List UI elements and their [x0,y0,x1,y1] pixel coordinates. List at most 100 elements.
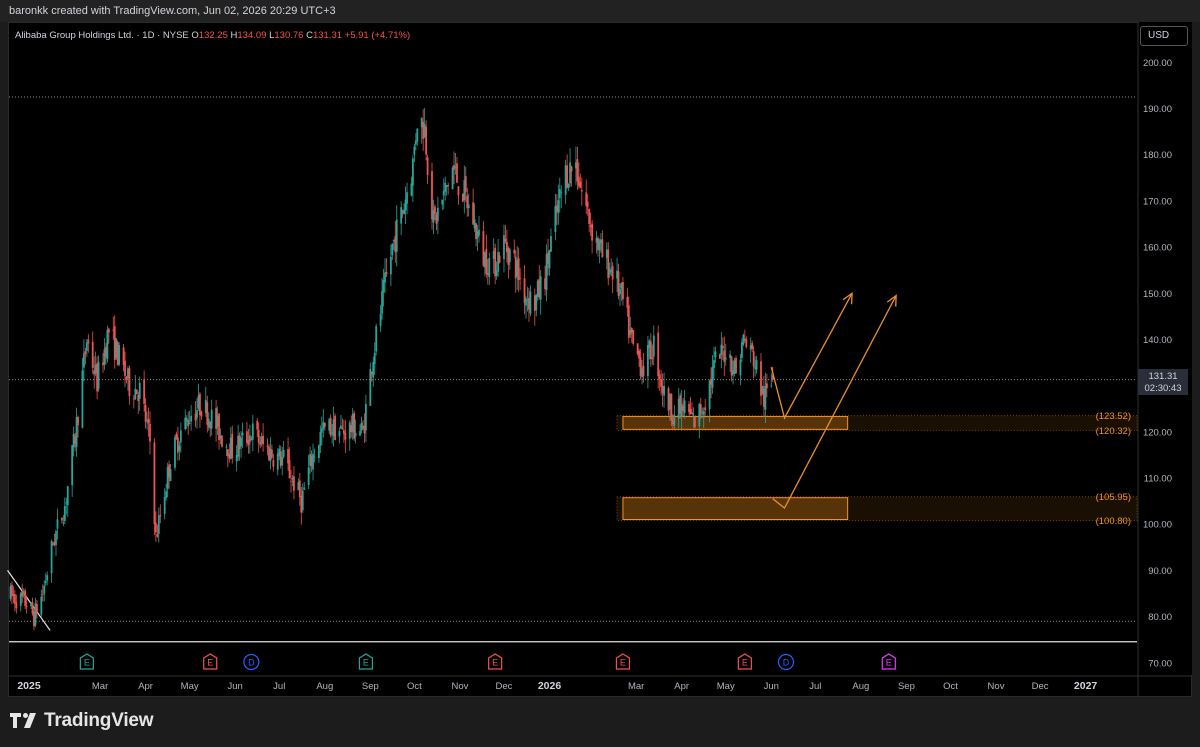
time-tick-label: Mar [628,681,644,692]
candle-body [25,606,28,608]
events-layer: EEDEEEEDE [79,653,896,671]
candle-body [406,192,408,204]
candle-body [334,415,336,441]
candle-body [567,184,570,188]
candle-body [84,351,87,354]
time-tick-label: Jul [273,681,285,692]
candle-body [692,413,695,416]
candle-body [262,435,264,445]
candle-body [663,385,665,396]
price-tick-label: 170.00 [1143,196,1172,207]
tradingview-logo-icon [10,713,36,728]
candle-body [389,256,392,275]
event-glyph: D [783,658,790,668]
candle-body [323,422,326,428]
candle-body [586,201,589,208]
time-tick-label: Aug [852,681,869,692]
candle-body [436,207,439,221]
candle-body [60,517,63,521]
candle-body [488,258,491,277]
price-tick-label: 150.00 [1143,289,1172,300]
candle-body [188,423,191,424]
candle-body [44,581,47,584]
candle-body [251,423,254,440]
time-tick-label: Nov [451,681,468,692]
candle-body [723,350,726,362]
price-tick-label: 110.00 [1144,474,1172,485]
candlestick-chart[interactable]: (123.52) (120.32) (105.95) (100.80) 74.55 E… [0,0,1200,747]
price-axis-bg [1138,22,1192,675]
candle-body [196,410,198,418]
symbol-legend: Alibaba Group Holdings Ltd. · 1D · NYSE … [15,30,410,41]
ohlc-open: 132.25 [199,30,228,41]
candle-body [434,206,436,214]
currency-button[interactable]: USD [1140,26,1188,46]
candle-body [741,342,743,358]
time-tick-label: Nov [988,681,1005,692]
event-glyph: E [207,658,213,668]
candle-body [570,166,573,172]
candle-body [221,435,223,447]
symbol-exchange: NYSE [163,30,189,41]
candle-body [673,414,676,426]
candle-body [147,418,150,424]
time-tick-label: Oct [943,681,958,692]
candle-body [43,585,46,594]
time-tick-label: Sep [362,681,379,692]
candle-body [62,522,65,524]
candle-body [312,453,314,470]
zone-label-bottom: (120.32) [1096,426,1131,437]
candle-body [764,385,767,410]
candle-body [256,420,259,430]
tradingview-logo[interactable]: TradingView [10,710,154,732]
candle-body [24,590,27,606]
candle-body [752,351,755,367]
candle-body [580,190,583,192]
candle-body [153,442,156,525]
candle-body [298,480,301,498]
candle-body [714,351,717,358]
candle-body [467,204,470,209]
time-tick-label: Apr [138,681,153,692]
candle-body [751,343,754,349]
time-axis[interactable]: 2025 Mar Apr May Jun Jul Aug Sep Oct Nov Dec 2026 Ma… [8,675,1192,692]
price-axis[interactable]: 70.0080.0090.00100.00110.00120.00130.001… [1137,22,1192,697]
candle-body [36,603,38,614]
candle-body [504,238,507,242]
candle-body [165,491,168,498]
event-glyph: E [886,658,892,668]
candle-body [144,404,147,422]
candle-body [708,380,711,410]
support-zone-box [622,497,849,521]
candle-body [519,278,522,280]
price-tick-label: 140.00 [1143,335,1172,346]
candle-body [651,357,654,360]
zone-label-bottom: (100.80) [1096,516,1131,527]
symbol-name: Alibaba Group Holdings Ltd. [15,30,134,41]
candle-body [457,186,460,196]
time-tick-label: Jun [764,681,779,692]
candle-body [611,266,614,280]
projection-layer [770,291,897,510]
candle-body [271,449,273,458]
candle-body [290,480,292,482]
candle-body [50,540,53,574]
candle-body [375,326,378,352]
candle-body [642,365,645,377]
candle-body [225,446,228,448]
candle-body [169,469,172,481]
candle-body [601,239,604,258]
candle-body [319,432,322,446]
candle-body [683,400,686,414]
candle-body [369,369,372,406]
time-tick-label: Dec [1032,681,1049,692]
candle-body [373,352,376,365]
candle-body [340,425,342,429]
candle-body [704,407,707,411]
candle-body [550,236,552,252]
candle-body [652,335,655,357]
candle-body [558,189,561,199]
candle-body [557,200,560,214]
candle-body [591,223,593,241]
time-tick-label: Sep [898,681,915,692]
